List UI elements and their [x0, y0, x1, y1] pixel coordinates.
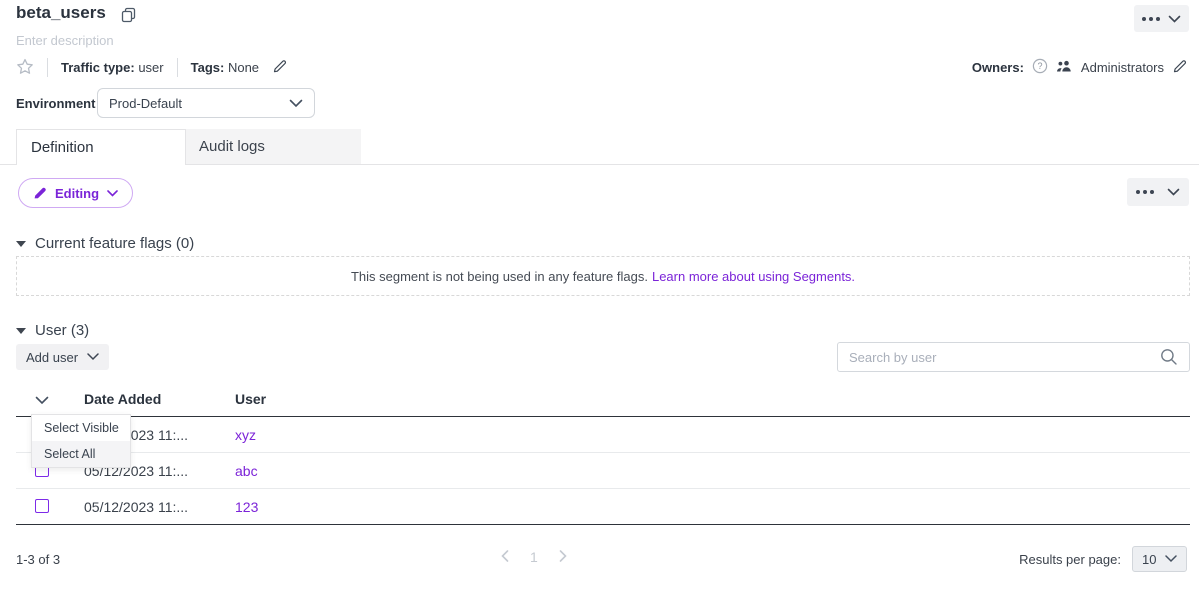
feature-flags-section-header[interactable]: Current feature flags (0) [16, 235, 194, 252]
environment-value: Prod-Default [109, 96, 182, 111]
chevron-down-icon[interactable] [1168, 10, 1181, 28]
environment-label: Environment [16, 96, 95, 111]
header-actions [1134, 5, 1189, 32]
add-user-label: Add user [26, 350, 78, 365]
editing-button[interactable]: Editing [18, 178, 133, 208]
next-page-icon[interactable] [559, 549, 567, 565]
chevron-down-icon [1165, 555, 1177, 563]
empty-text: This segment is not being used in any fe… [351, 269, 648, 284]
users-table: Date Added User 05/12/2023 11:... xyz 05… [16, 388, 1190, 525]
tags-label: Tags: [191, 60, 225, 75]
caret-down-icon [16, 328, 26, 334]
results-per-page-select[interactable]: 10 [1132, 546, 1187, 572]
chevron-down-icon [289, 99, 303, 108]
tab-label: Definition [31, 139, 94, 156]
learn-more-link[interactable]: Learn more about using Segments. [652, 269, 855, 284]
tags: Tags: None [191, 60, 259, 75]
table-row: 05/12/2023 11:... abc [16, 453, 1190, 489]
feature-flags-empty-state: This segment is not being used in any fe… [16, 256, 1190, 296]
prev-page-icon[interactable] [501, 549, 509, 565]
description-placeholder[interactable]: Enter description [16, 33, 114, 48]
chevron-down-icon [107, 190, 118, 197]
owners-row: Owners: ? Administrators [972, 58, 1188, 77]
edit-tags-icon[interactable] [272, 59, 288, 77]
results-per-page-value: 10 [1142, 552, 1156, 567]
column-date-added[interactable]: Date Added [84, 391, 161, 407]
more-menu-icon[interactable] [1136, 190, 1154, 194]
column-user[interactable]: User [235, 391, 266, 407]
user-section-title: User (3) [35, 322, 89, 339]
select-dropdown-trigger[interactable] [35, 392, 49, 408]
people-icon [1056, 60, 1073, 76]
owners-label: Owners: [972, 60, 1024, 75]
chevron-down-icon[interactable] [1167, 183, 1180, 201]
page-title: beta_users [16, 3, 106, 23]
tab-definition[interactable]: Definition [16, 129, 186, 165]
caret-down-icon [16, 241, 26, 247]
edit-owners-icon[interactable] [1172, 59, 1188, 77]
search-input[interactable] [849, 350, 1160, 365]
owners-value[interactable]: Administrators [1081, 60, 1164, 75]
help-circle-icon[interactable]: ? [1032, 58, 1048, 77]
segment-page: beta_users Enter description Traffic typ… [0, 0, 1199, 598]
table-row: 05/12/2023 11:... 123 [16, 489, 1190, 525]
row-user-link[interactable]: 123 [235, 499, 258, 515]
traffic-type: Traffic type: user [61, 60, 164, 75]
menu-item-select-visible[interactable]: Select Visible [32, 415, 130, 441]
more-menu-icon[interactable] [1142, 17, 1160, 21]
copy-icon[interactable] [121, 7, 136, 28]
page-number[interactable]: 1 [530, 549, 538, 565]
tags-value: None [228, 60, 259, 75]
star-icon[interactable] [16, 58, 34, 78]
traffic-type-label: Traffic type: [61, 60, 135, 75]
environment-select[interactable]: Prod-Default [97, 88, 315, 118]
pencil-icon [33, 186, 47, 200]
row-user-link[interactable]: xyz [235, 427, 256, 443]
results-per-page-label: Results per page: [1019, 552, 1121, 567]
divider [47, 58, 48, 77]
pagination: 1 [501, 549, 567, 565]
definition-actions [1127, 178, 1189, 206]
results-range: 1-3 of 3 [16, 552, 60, 567]
menu-item-select-all[interactable]: Select All [32, 441, 130, 467]
search-box [837, 342, 1190, 372]
tab-audit-logs[interactable]: Audit logs [186, 129, 361, 164]
table-row: 05/12/2023 11:... xyz [16, 417, 1190, 453]
editing-label: Editing [55, 186, 99, 201]
select-dropdown-menu: Select Visible Select All [31, 414, 131, 468]
row-checkbox[interactable] [35, 499, 49, 513]
svg-text:?: ? [1037, 61, 1042, 71]
tab-label: Audit logs [199, 138, 265, 155]
feature-flags-title: Current feature flags (0) [35, 235, 194, 252]
user-section-header[interactable]: User (3) [16, 322, 89, 339]
table-header: Date Added User [16, 388, 1190, 417]
magnifier-icon[interactable] [1160, 348, 1178, 366]
add-user-button[interactable]: Add user [16, 344, 109, 370]
divider [177, 58, 178, 77]
traffic-type-value: user [138, 60, 163, 75]
results-per-page: Results per page: 10 [1019, 546, 1187, 572]
row-user-link[interactable]: abc [235, 463, 258, 479]
chevron-down-icon [87, 353, 99, 361]
row-date: 05/12/2023 11:... [84, 499, 188, 515]
meta-row: Traffic type: user Tags: None [16, 58, 288, 77]
